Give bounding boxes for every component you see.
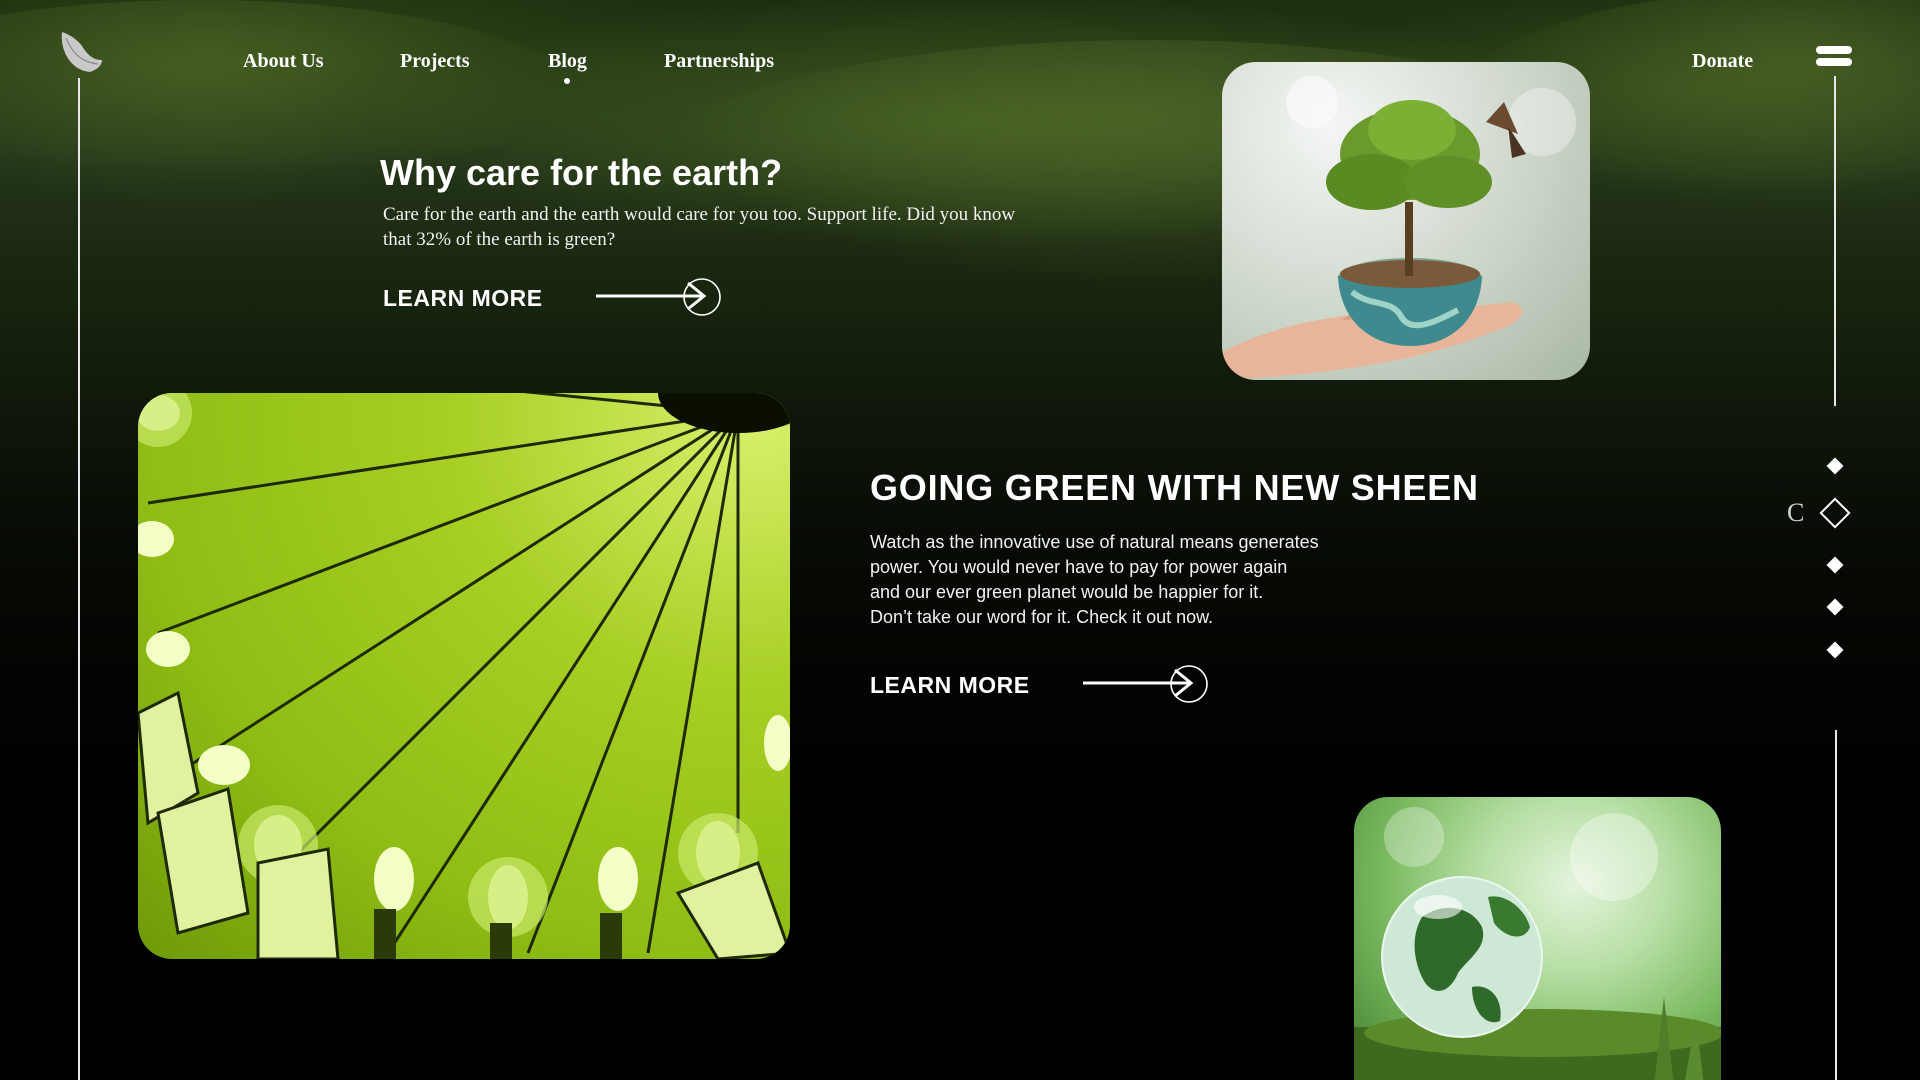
section2-body-line: Don’t take our word for it. Check it out…	[870, 607, 1214, 627]
arrow-right-circle-icon[interactable]	[596, 277, 724, 317]
arrow-right-circle-icon[interactable]	[1083, 664, 1211, 704]
left-rail-line	[78, 78, 80, 1080]
globe-illustration	[1354, 807, 1721, 1080]
nav-blog-label: Blog	[548, 50, 587, 72]
pager-current-letter: C	[1787, 498, 1805, 527]
section2-body-line: power. You would never have to pay for p…	[870, 557, 1288, 577]
section2-body: Watch as the innovative use of natural m…	[870, 530, 1350, 630]
nav-about-us-label: About Us	[243, 50, 324, 72]
bulbs-illustration	[138, 393, 790, 959]
nav-partnerships[interactable]: Partnerships	[664, 50, 774, 73]
glass-globe-image	[1354, 797, 1721, 1080]
nav-about-us[interactable]: About Us	[243, 50, 324, 73]
right-rail-line-top	[1834, 76, 1836, 406]
green-light-bulbs-image	[138, 393, 790, 959]
nav-projects-label: Projects	[400, 50, 470, 72]
hand-tree-globe-image	[1222, 62, 1590, 380]
tree-illustration	[1222, 76, 1576, 380]
nav-projects[interactable]: Projects	[400, 50, 470, 73]
right-rail-line-bottom	[1835, 730, 1837, 1080]
section1-learn-more-button[interactable]: LEARN MORE	[383, 285, 543, 312]
nav-blog[interactable]: Blog	[548, 50, 587, 84]
section2-body-line: and our ever green planet would be happi…	[870, 582, 1264, 602]
section1-body: Care for the earth and the earth would c…	[383, 204, 1016, 250]
hamburger-menu-icon[interactable]	[1816, 46, 1852, 68]
nav-partnerships-label: Partnerships	[664, 50, 774, 72]
donate-link[interactable]: Donate	[1692, 50, 1753, 73]
leaf-logo-icon[interactable]	[58, 30, 104, 76]
section1-title: Why care for the earth?	[380, 152, 783, 193]
section2-learn-more-button[interactable]: LEARN MORE	[870, 672, 1030, 699]
section2-title: GOING GREEN WITH NEW SHEEN	[870, 467, 1479, 508]
section2-body-line: Watch as the innovative use of natural m…	[870, 532, 1319, 552]
